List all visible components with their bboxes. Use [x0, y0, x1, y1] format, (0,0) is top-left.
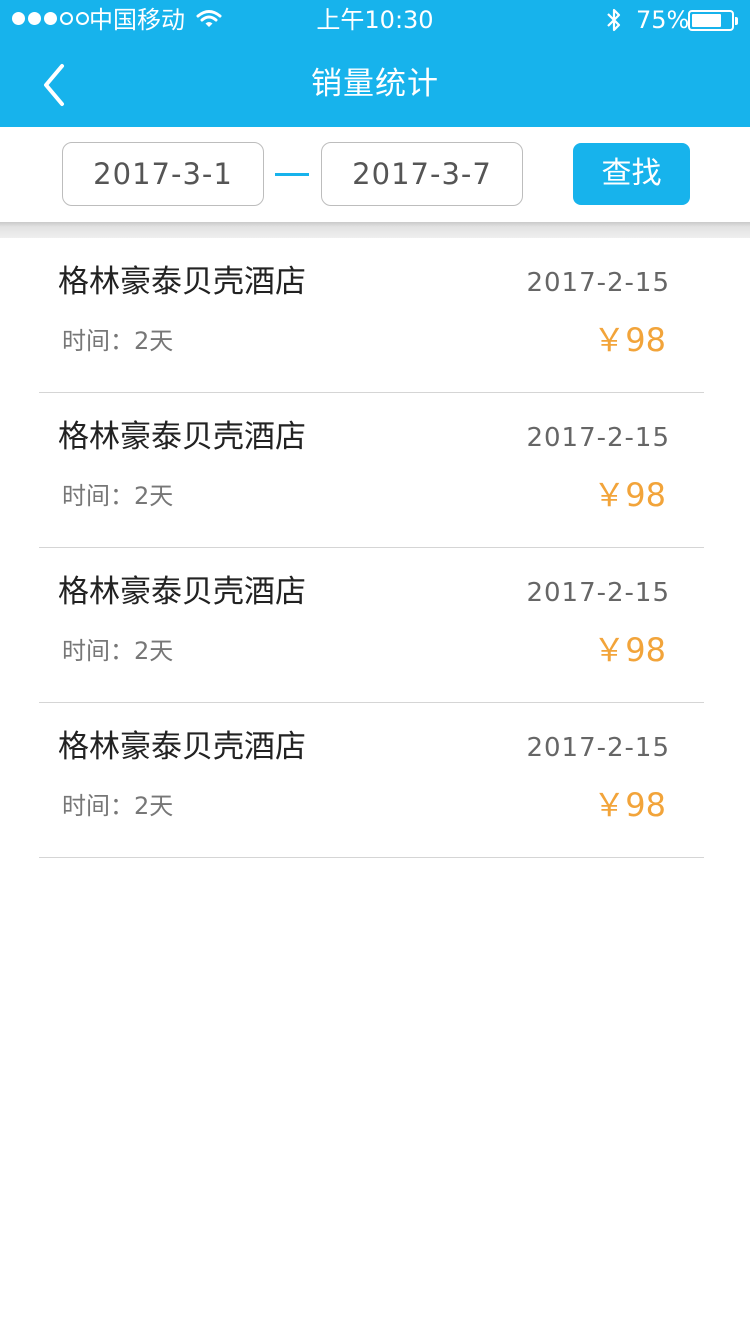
item-date: 2017-2-15	[526, 423, 670, 453]
hotel-name: 格林豪泰贝壳酒店	[58, 264, 306, 300]
item-date: 2017-2-15	[526, 578, 670, 608]
divider	[0, 222, 750, 238]
status-bar: 中国移动 上午10:30 75%	[0, 0, 750, 40]
hotel-name: 格林豪泰贝壳酒店	[58, 419, 306, 455]
list-item[interactable]: 格林豪泰贝壳酒店 2017-2-15 时间：2天 ￥98	[39, 703, 704, 858]
battery-icon	[688, 10, 738, 31]
item-duration: 时间：2天	[62, 327, 174, 355]
nav-bar: 销量统计	[0, 40, 750, 127]
item-price: ￥98	[593, 321, 666, 359]
item-price: ￥98	[593, 631, 666, 669]
item-price: ￥98	[593, 786, 666, 824]
item-date: 2017-2-15	[526, 268, 670, 298]
item-duration: 时间：2天	[62, 482, 174, 510]
item-date: 2017-2-15	[526, 733, 670, 763]
sales-list: 格林豪泰贝壳酒店 2017-2-15 时间：2天 ￥98 格林豪泰贝壳酒店 20…	[0, 238, 750, 858]
date-filter-bar: 查找	[0, 127, 750, 222]
hotel-name: 格林豪泰贝壳酒店	[58, 729, 306, 765]
search-button[interactable]: 查找	[573, 143, 690, 205]
header: 中国移动 上午10:30 75% 销量统计	[0, 0, 750, 127]
page-title: 销量统计	[311, 66, 439, 102]
item-price: ￥98	[593, 476, 666, 514]
date-range-separator	[275, 173, 309, 176]
start-date-input[interactable]	[62, 142, 264, 206]
bluetooth-icon	[604, 6, 624, 38]
item-duration: 时间：2天	[62, 792, 174, 820]
list-item[interactable]: 格林豪泰贝壳酒店 2017-2-15 时间：2天 ￥98	[39, 548, 704, 703]
item-duration: 时间：2天	[62, 637, 174, 665]
list-item[interactable]: 格林豪泰贝壳酒店 2017-2-15 时间：2天 ￥98	[39, 238, 704, 393]
list-item[interactable]: 格林豪泰贝壳酒店 2017-2-15 时间：2天 ￥98	[39, 393, 704, 548]
hotel-name: 格林豪泰贝壳酒店	[58, 574, 306, 610]
battery-percentage: 75%	[636, 6, 690, 34]
end-date-input[interactable]	[321, 142, 523, 206]
